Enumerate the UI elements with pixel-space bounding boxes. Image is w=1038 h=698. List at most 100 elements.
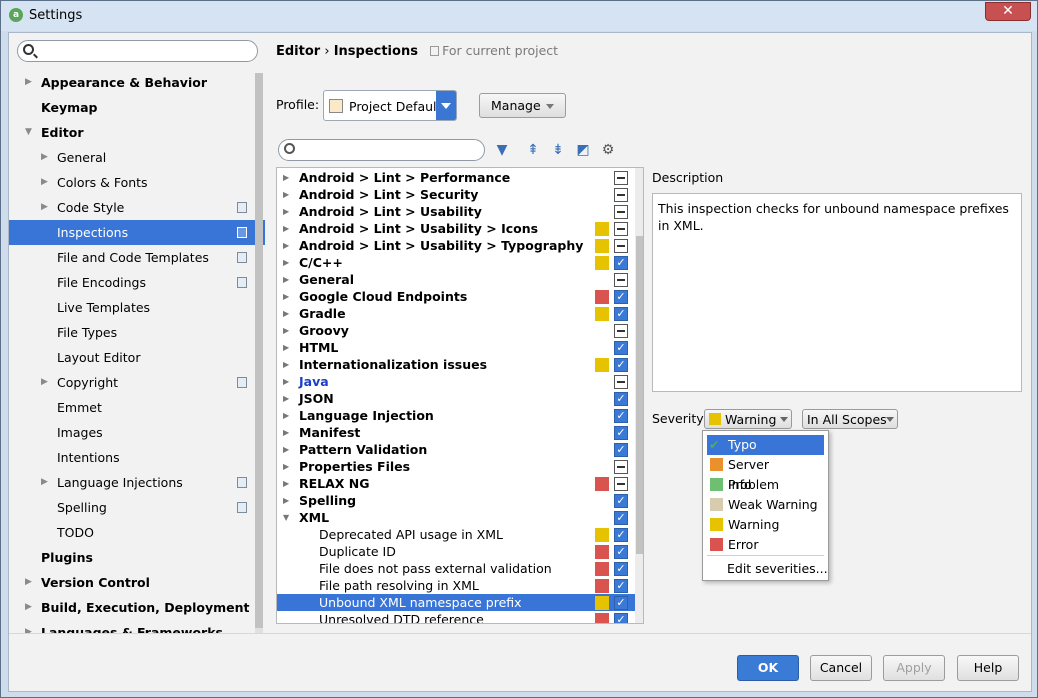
inspection-row[interactable]: ▶ Android > Lint > Usability [277,203,635,220]
inspection-checkbox[interactable] [614,171,628,185]
inspection-checkbox[interactable]: ✓ [614,613,628,623]
collapse-arrow-icon[interactable]: ▶ [41,195,48,220]
collapse-arrow-icon[interactable]: ▶ [283,271,289,288]
inspection-row[interactable]: ▶ JSON ✓ [277,390,635,407]
sidebar-item-images[interactable]: Images [9,420,265,445]
sidebar-item-emmet[interactable]: Emmet [9,395,265,420]
sidebar-item-intentions[interactable]: Intentions [9,445,265,470]
inspection-row[interactable]: ▼ XML ✓ [277,509,635,526]
collapse-arrow-icon[interactable]: ▶ [283,390,289,407]
sidebar-item-editor[interactable]: ▼ Editor [9,120,265,145]
sidebar-item-layout-editor[interactable]: Layout Editor [9,345,265,370]
inspection-checkbox[interactable]: ✓ [614,596,628,610]
inspection-row[interactable]: ▶ Internationalization issues ✓ [277,356,635,373]
inspection-row[interactable]: ▶ Language Injection ✓ [277,407,635,424]
filter-icon[interactable]: ▼ [493,141,511,159]
collapse-arrow-icon[interactable]: ▶ [25,595,32,620]
cancel-button[interactable]: Cancel [810,655,872,681]
inspection-row[interactable]: ▶ Properties Files [277,458,635,475]
sidebar-item-todo[interactable]: TODO [9,520,265,545]
inspection-checkbox[interactable] [614,205,628,219]
sidebar-item-build-execution-deployment[interactable]: ▶ Build, Execution, Deployment [9,595,265,620]
inspection-checkbox[interactable]: ✓ [614,511,628,525]
gear-icon[interactable]: ⚙ [599,141,617,159]
collapse-arrow-icon[interactable]: ▶ [41,145,48,170]
collapse-arrow-icon[interactable]: ▶ [283,492,289,509]
sidebar-item-file-encodings[interactable]: File Encodings [9,270,265,295]
inspection-row[interactable]: ▶ Android > Lint > Usability > Typography [277,237,635,254]
inspection-checkbox[interactable] [614,324,628,338]
severity-dropdown[interactable]: Warning [704,409,792,429]
collapse-arrow-icon[interactable]: ▶ [283,424,289,441]
sidebar-item-version-control[interactable]: ▶ Version Control [9,570,265,595]
sidebar-scrollbar[interactable] [255,73,263,633]
collapse-arrow-icon[interactable]: ▶ [25,620,32,633]
sidebar-item-file-types[interactable]: File Types [9,320,265,345]
inspection-row[interactable]: ▶ Android > Lint > Performance [277,169,635,186]
severity-option-info[interactable]: Info [707,475,824,495]
collapse-arrow-icon[interactable]: ▶ [25,70,32,95]
close-button[interactable]: ✕ [985,2,1031,21]
sidebar-item-file-and-code-templates[interactable]: File and Code Templates [9,245,265,270]
settings-search-input[interactable] [17,40,258,62]
severity-option-warning[interactable]: Warning [707,515,824,535]
inspection-checkbox[interactable]: ✓ [614,545,628,559]
sidebar-item-copyright[interactable]: ▶ Copyright [9,370,265,395]
manage-button[interactable]: Manage [479,93,566,118]
chevron-down-icon[interactable] [436,91,456,120]
inspection-checkbox[interactable]: ✓ [614,528,628,542]
sidebar-item-keymap[interactable]: Keymap [9,95,265,120]
sidebar-item-spelling[interactable]: Spelling [9,495,265,520]
collapse-arrow-icon[interactable]: ▶ [283,339,289,356]
collapse-all-icon[interactable]: ⇟ [549,141,567,159]
inspection-row[interactable]: ▶ Android > Lint > Usability > Icons [277,220,635,237]
expand-arrow-icon[interactable]: ▼ [283,509,289,526]
ok-button[interactable]: OK [737,655,799,681]
expand-arrow-icon[interactable]: ▼ [25,120,32,145]
inspection-checkbox[interactable] [614,477,628,491]
profile-dropdown[interactable]: Project Default [323,90,457,121]
collapse-arrow-icon[interactable]: ▶ [283,373,289,390]
inspection-checkbox[interactable]: ✓ [614,290,628,304]
inspection-row[interactable]: Deprecated API usage in XML ✓ [277,526,635,543]
inspection-checkbox[interactable] [614,375,628,389]
collapse-arrow-icon[interactable]: ▶ [283,203,289,220]
severity-option-error[interactable]: Error [707,535,824,555]
inspection-row[interactable]: ▶ Google Cloud Endpoints ✓ [277,288,635,305]
inspection-row[interactable]: ▶ Spelling ✓ [277,492,635,509]
inspection-checkbox[interactable]: ✓ [614,443,628,457]
collapse-arrow-icon[interactable]: ▶ [283,441,289,458]
expand-all-icon[interactable]: ⇞ [524,141,542,159]
scope-dropdown[interactable]: In All Scopes [802,409,898,429]
inspection-row[interactable]: ▶ Gradle ✓ [277,305,635,322]
collapse-arrow-icon[interactable]: ▶ [283,254,289,271]
collapse-arrow-icon[interactable]: ▶ [283,288,289,305]
inspection-row[interactable]: ▶ Groovy [277,322,635,339]
sidebar-item-languages-frameworks[interactable]: ▶ Languages & Frameworks [9,620,265,633]
inspection-row[interactable]: ▶ C/C++ ✓ [277,254,635,271]
inspection-row[interactable]: ▶ Android > Lint > Security [277,186,635,203]
inspection-checkbox[interactable]: ✓ [614,307,628,321]
inspection-checkbox[interactable]: ✓ [614,426,628,440]
collapse-arrow-icon[interactable]: ▶ [283,237,289,254]
inspection-row[interactable]: ▶ Manifest ✓ [277,424,635,441]
sidebar-item-appearance-behavior[interactable]: ▶ Appearance & Behavior [9,70,265,95]
inspection-row[interactable]: ▶ HTML ✓ [277,339,635,356]
collapse-arrow-icon[interactable]: ▶ [25,570,32,595]
severity-option-server-problem[interactable]: Server Problem [707,455,824,492]
collapse-arrow-icon[interactable]: ▶ [283,220,289,237]
inspection-checkbox[interactable]: ✓ [614,409,628,423]
inspection-checkbox[interactable]: ✓ [614,494,628,508]
reset-to-default-icon[interactable]: ◩ [574,141,592,159]
collapse-arrow-icon[interactable]: ▶ [41,370,48,395]
inspection-row[interactable]: Duplicate ID ✓ [277,543,635,560]
inspection-checkbox[interactable] [614,239,628,253]
inspection-row[interactable]: File path resolving in XML ✓ [277,577,635,594]
sidebar-item-colors-fonts[interactable]: ▶ Colors & Fonts [9,170,265,195]
inspection-checkbox[interactable] [614,460,628,474]
inspection-row[interactable]: Unbound XML namespace prefix ✓ [277,594,635,611]
severity-option-weak-warning[interactable]: Weak Warning [707,495,824,515]
inspection-row[interactable]: Unresolved DTD reference ✓ [277,611,635,623]
sidebar-item-code-style[interactable]: ▶ Code Style [9,195,265,220]
inspection-checkbox[interactable] [614,188,628,202]
